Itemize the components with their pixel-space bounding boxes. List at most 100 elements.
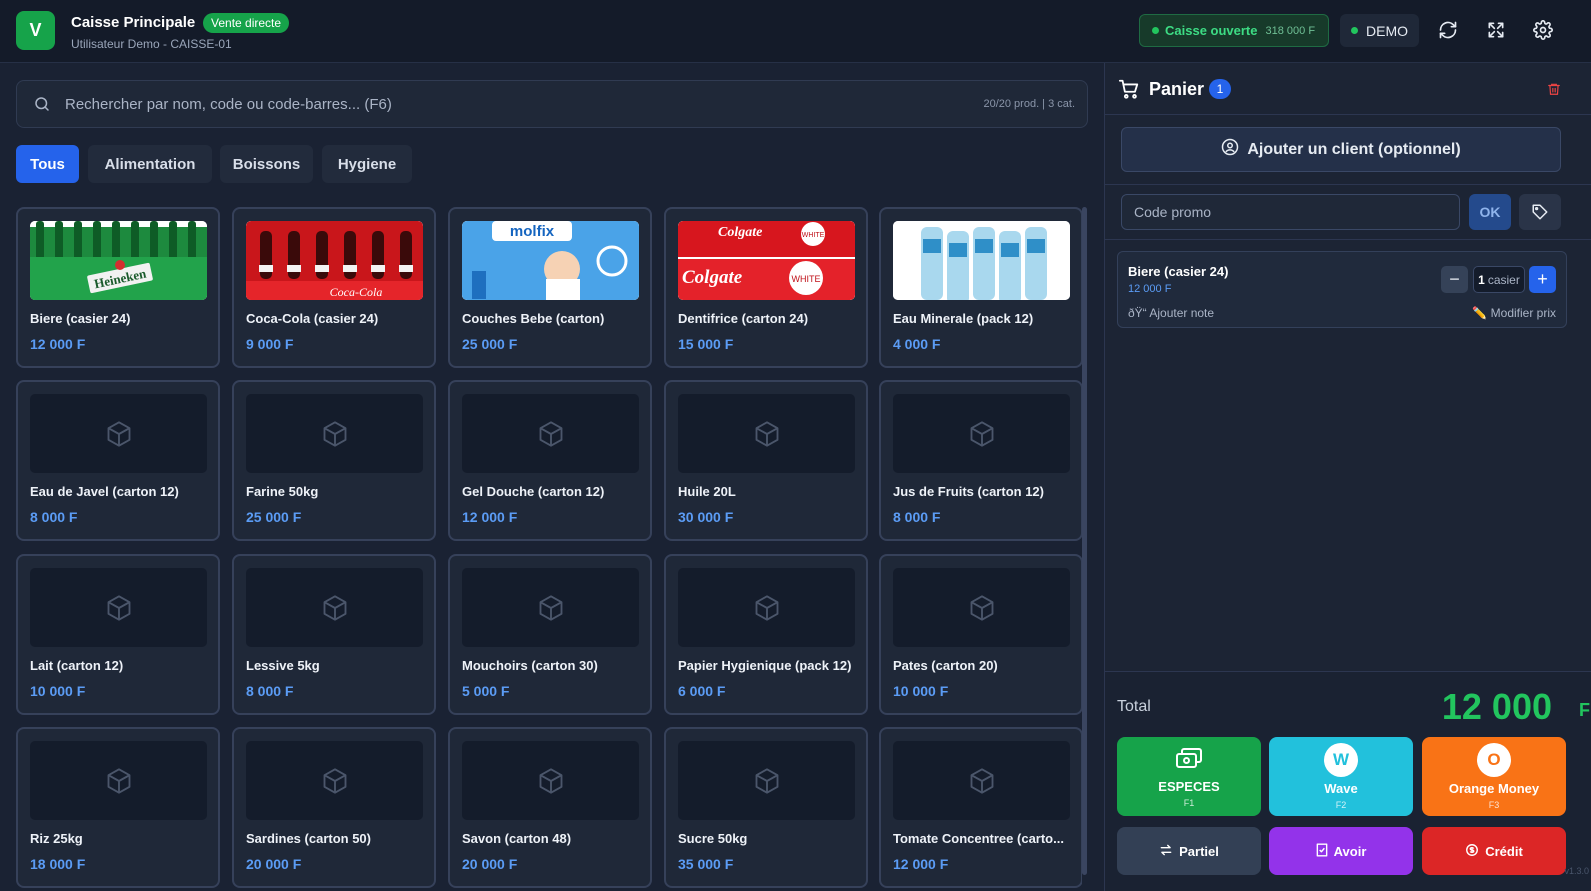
product-price: 20 000 F xyxy=(246,856,302,872)
product-name: Gel Douche (carton 12) xyxy=(462,484,605,499)
product-price: 20 000 F xyxy=(462,856,518,872)
product-grid-scrollbar[interactable] xyxy=(1082,207,1087,875)
pay-orange-money-shortcut: F3 xyxy=(1488,800,1500,810)
svg-text:Colgate: Colgate xyxy=(718,225,762,240)
product-card[interactable]: Eau Minerale (pack 12) 4 000 F xyxy=(879,207,1082,368)
product-card[interactable]: Lait (carton 12) 10 000 F xyxy=(16,554,220,715)
apply-promo-button[interactable]: OK xyxy=(1469,194,1511,230)
credit-note-label: Avoir xyxy=(1333,843,1367,859)
orange-money-logo-icon: O xyxy=(1477,743,1511,777)
product-placeholder-box-icon xyxy=(678,568,855,647)
settings-gear-icon[interactable] xyxy=(1532,19,1554,41)
product-name: Couches Bebe (carton) xyxy=(462,311,605,326)
cart-count-badge: 1 xyxy=(1209,79,1231,99)
product-price: 35 000 F xyxy=(678,856,734,872)
demo-label: DEMO xyxy=(1366,22,1408,39)
product-name: Savon (carton 48) xyxy=(462,831,572,846)
svg-text:WHITE: WHITE xyxy=(802,232,825,239)
product-name: Jus de Fruits (carton 12) xyxy=(893,484,1044,499)
product-name: Eau Minerale (pack 12) xyxy=(893,311,1034,326)
pay-orange-money-button[interactable]: O Orange Money F3 xyxy=(1422,737,1566,816)
demo-mode-button[interactable]: DEMO xyxy=(1340,14,1419,47)
total-currency: F xyxy=(1579,700,1590,720)
register-status-button[interactable]: Caisse ouverte 318 000 F xyxy=(1139,14,1329,47)
demo-dot xyxy=(1351,27,1358,34)
credit-sale-button[interactable]: Crédit xyxy=(1422,827,1566,875)
pay-cash-label: ESPECES xyxy=(1158,778,1220,794)
product-card[interactable]: Riz 25kg 18 000 F xyxy=(16,727,220,888)
partial-payment-label: Partiel xyxy=(1179,843,1219,859)
product-card[interactable]: Lessive 5kg 8 000 F xyxy=(232,554,436,715)
user-circle-icon xyxy=(1221,138,1239,161)
partial-payment-button[interactable]: Partiel xyxy=(1117,827,1261,875)
product-price: 30 000 F xyxy=(678,509,734,525)
product-card[interactable]: Pates (carton 20) 10 000 F xyxy=(879,554,1082,715)
product-card[interactable]: Heineken Biere (casier 24) 12 000 F xyxy=(16,207,220,368)
product-card[interactable]: Sucre 50kg 35 000 F xyxy=(664,727,868,888)
add-note-link[interactable]: ðŸ“ Ajouter note xyxy=(1128,306,1214,320)
cart-title: Panier xyxy=(1149,79,1205,99)
tag-icon[interactable] xyxy=(1519,194,1561,230)
pay-cash-shortcut: F1 xyxy=(1183,797,1195,808)
cash-icon xyxy=(1175,746,1203,775)
product-name: Eau de Javel (carton 12) xyxy=(30,484,179,499)
svg-text:Coca-Cola: Coca-Cola xyxy=(330,285,383,299)
trash-icon[interactable] xyxy=(1547,81,1561,102)
product-card[interactable]: Eau de Javel (carton 12) 8 000 F xyxy=(16,380,220,541)
product-card[interactable]: Jus de Fruits (carton 12) 8 000 F xyxy=(879,380,1082,541)
sale-mode-badge: Vente directe xyxy=(203,13,290,33)
product-card[interactable]: molfix Couches Bebe (carton) 25 000 F xyxy=(448,207,652,368)
product-placeholder-box-icon xyxy=(246,741,423,820)
product-card[interactable]: Colgate Colgate WHITE WHITE Dentifrice (cart… xyxy=(664,207,868,368)
search-input[interactable] xyxy=(65,81,945,127)
tab-boissons[interactable]: Boissons xyxy=(220,145,313,183)
cart-panel: Panier 1 Ajouter un client (optionnel) O… xyxy=(1104,63,1591,891)
product-card[interactable]: Savon (carton 48) 20 000 F xyxy=(448,727,652,888)
svg-text:molfix: molfix xyxy=(510,223,555,240)
product-card[interactable]: Tomate Concentree (carto... 12 000 F xyxy=(879,727,1082,888)
product-image: molfix xyxy=(462,221,639,300)
quantity-field[interactable]: 1 casier xyxy=(1473,266,1525,293)
product-card[interactable]: Gel Douche (carton 12) 12 000 F xyxy=(448,380,652,541)
cart-item[interactable]: Biere (casier 24) 12 000 F − 1 casier + … xyxy=(1117,251,1567,328)
tab-tous[interactable]: Tous xyxy=(16,145,79,183)
pay-wave-button[interactable]: W Wave F2 xyxy=(1269,737,1413,816)
pay-cash-button[interactable]: ESPECES F1 xyxy=(1117,737,1261,816)
product-price: 15 000 F xyxy=(678,336,734,352)
svg-text:WHITE: WHITE xyxy=(792,274,821,284)
checkout-footer: Total 12 000 F ESPECES F1 W Wave F2 O Or… xyxy=(1105,671,1591,891)
product-placeholder-box-icon xyxy=(246,394,423,473)
product-card[interactable]: Sardines (carton 50) 20 000 F xyxy=(232,727,436,888)
tab-hygiene[interactable]: Hygiene xyxy=(322,145,412,183)
refresh-icon[interactable] xyxy=(1437,19,1459,41)
register-balance: 318 000 F xyxy=(1265,24,1316,37)
modify-price-link[interactable]: ✏️ Modifier prix xyxy=(1472,306,1556,320)
receipt-icon xyxy=(1316,842,1328,860)
cart-item-price: 12 000 F xyxy=(1128,283,1172,295)
product-card[interactable]: Papier Hygienique (pack 12) 6 000 F xyxy=(664,554,868,715)
product-name: Mouchoirs (carton 30) xyxy=(462,658,598,673)
product-card[interactable]: Coca-Cola Coca-Cola (casier 24) 9 000 F xyxy=(232,207,436,368)
product-card[interactable]: Farine 50kg 25 000 F xyxy=(232,380,436,541)
product-name: Dentifrice (carton 24) xyxy=(678,311,809,326)
register-status-label: Caisse ouverte xyxy=(1165,23,1258,38)
product-card[interactable]: Mouchoirs (carton 30) 5 000 F xyxy=(448,554,652,715)
promo-code-input[interactable] xyxy=(1121,194,1460,230)
add-client-button[interactable]: Ajouter un client (optionnel) xyxy=(1121,127,1561,172)
fullscreen-icon[interactable] xyxy=(1485,19,1507,41)
increase-qty-button[interactable]: + xyxy=(1529,266,1556,293)
tab-alimentation[interactable]: Alimentation xyxy=(88,145,212,183)
product-card[interactable]: Huile 20L 30 000 F xyxy=(664,380,868,541)
user-register-info: Utilisateur Demo - CAISSE-01 xyxy=(71,37,232,51)
product-name: Huile 20L xyxy=(678,484,736,499)
decrease-qty-button[interactable]: − xyxy=(1441,266,1468,293)
product-placeholder-box-icon xyxy=(893,741,1070,820)
product-name: Lessive 5kg xyxy=(246,658,320,673)
product-image xyxy=(893,221,1070,300)
app-version: v1.3.0 xyxy=(1564,866,1589,876)
top-bar: V Caisse Principale Vente directe Utilis… xyxy=(0,0,1591,63)
product-placeholder-box-icon xyxy=(893,568,1070,647)
quantity-unit: casier xyxy=(1487,272,1520,287)
credit-note-button[interactable]: Avoir xyxy=(1269,827,1413,875)
product-name: Riz 25kg xyxy=(30,831,83,846)
